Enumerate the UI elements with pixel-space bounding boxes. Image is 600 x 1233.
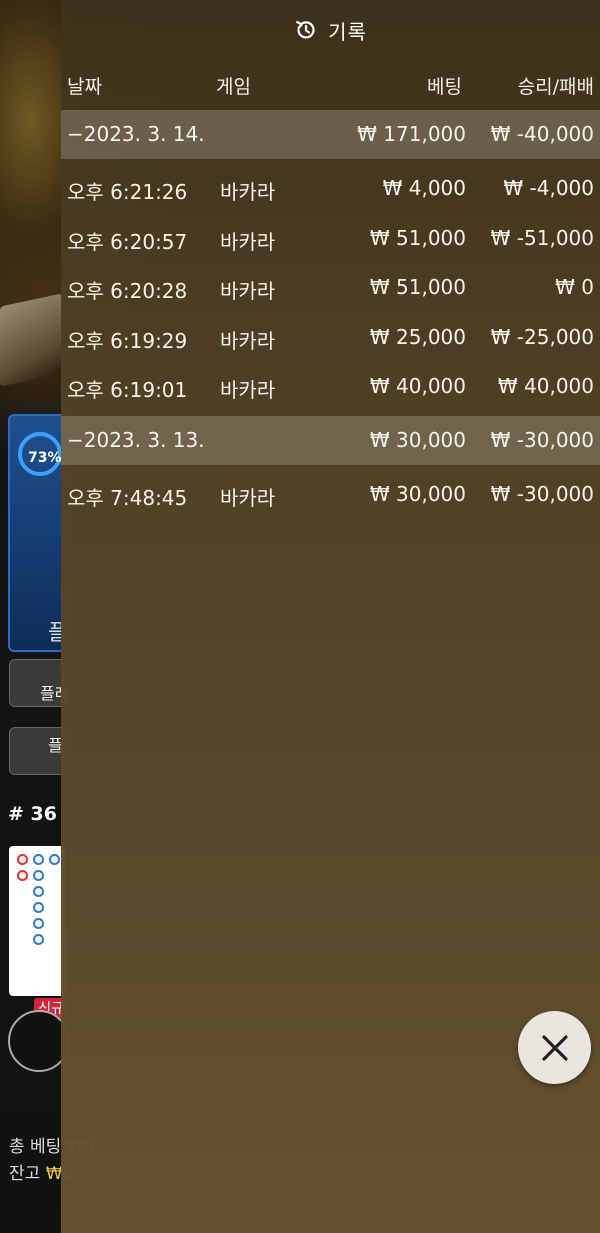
day-total-bet: ₩ 171,000: [357, 122, 466, 146]
row-result: ₩ -51,000: [490, 226, 594, 250]
row-bet: ₩ 40,000: [369, 374, 466, 398]
day-total-result: ₩ -40,000: [490, 122, 594, 146]
bead-road: [9, 846, 65, 996]
column-header-bet: 베팅: [427, 76, 462, 98]
history-title: 기록: [328, 19, 367, 44]
row-game: 바카라: [220, 180, 276, 204]
column-header-date: 날짜: [67, 76, 102, 98]
row-result: ₩ 0: [555, 275, 594, 299]
day-date: −2023. 3. 13.: [67, 428, 205, 452]
total-bet-label: 총 베팅: [9, 1137, 62, 1157]
baccarat-table-image: [0, 293, 62, 387]
row-time: 오후 6:21:26: [67, 180, 188, 204]
row-time: 오후 6:19:29: [67, 329, 188, 353]
day-total-result: ₩ -30,000: [490, 428, 594, 452]
row-game: 바카라: [220, 486, 276, 510]
row-result: ₩ 40,000: [497, 374, 594, 398]
day-date: −2023. 3. 14.: [67, 122, 205, 146]
row-bet: ₩ 4,000: [382, 176, 466, 200]
row-game: 바카라: [220, 279, 276, 303]
row-bet: ₩ 25,000: [369, 325, 466, 349]
row-time: 오후 6:20:28: [67, 279, 188, 303]
column-header-game: 게임: [216, 76, 251, 98]
close-button[interactable]: [518, 1011, 591, 1084]
column-header-result: 승리/패배: [517, 76, 594, 98]
progress-label: 73%: [28, 450, 62, 466]
row-bet: ₩ 51,000: [369, 275, 466, 299]
balance-label: 잔고: [9, 1164, 41, 1184]
row-game: 바카라: [220, 329, 276, 353]
row-result: ₩ -4,000: [503, 176, 594, 200]
close-icon: [541, 1034, 568, 1061]
row-time: 오후 7:48:45: [67, 486, 188, 510]
row-time: 오후 6:20:57: [67, 230, 188, 254]
row-game: 바카라: [220, 230, 276, 254]
row-bet: ₩ 30,000: [369, 482, 466, 506]
row-bet: ₩ 51,000: [369, 226, 466, 250]
day-total-bet: ₩ 30,000: [369, 428, 466, 452]
round-number: # 36: [8, 803, 57, 825]
row-game: 바카라: [220, 378, 276, 402]
row-time: 오후 6:19:01: [67, 378, 188, 402]
history-icon: [296, 20, 315, 39]
history-header: 기록: [61, 0, 600, 60]
row-result: ₩ -25,000: [490, 325, 594, 349]
row-result: ₩ -30,000: [490, 482, 594, 506]
